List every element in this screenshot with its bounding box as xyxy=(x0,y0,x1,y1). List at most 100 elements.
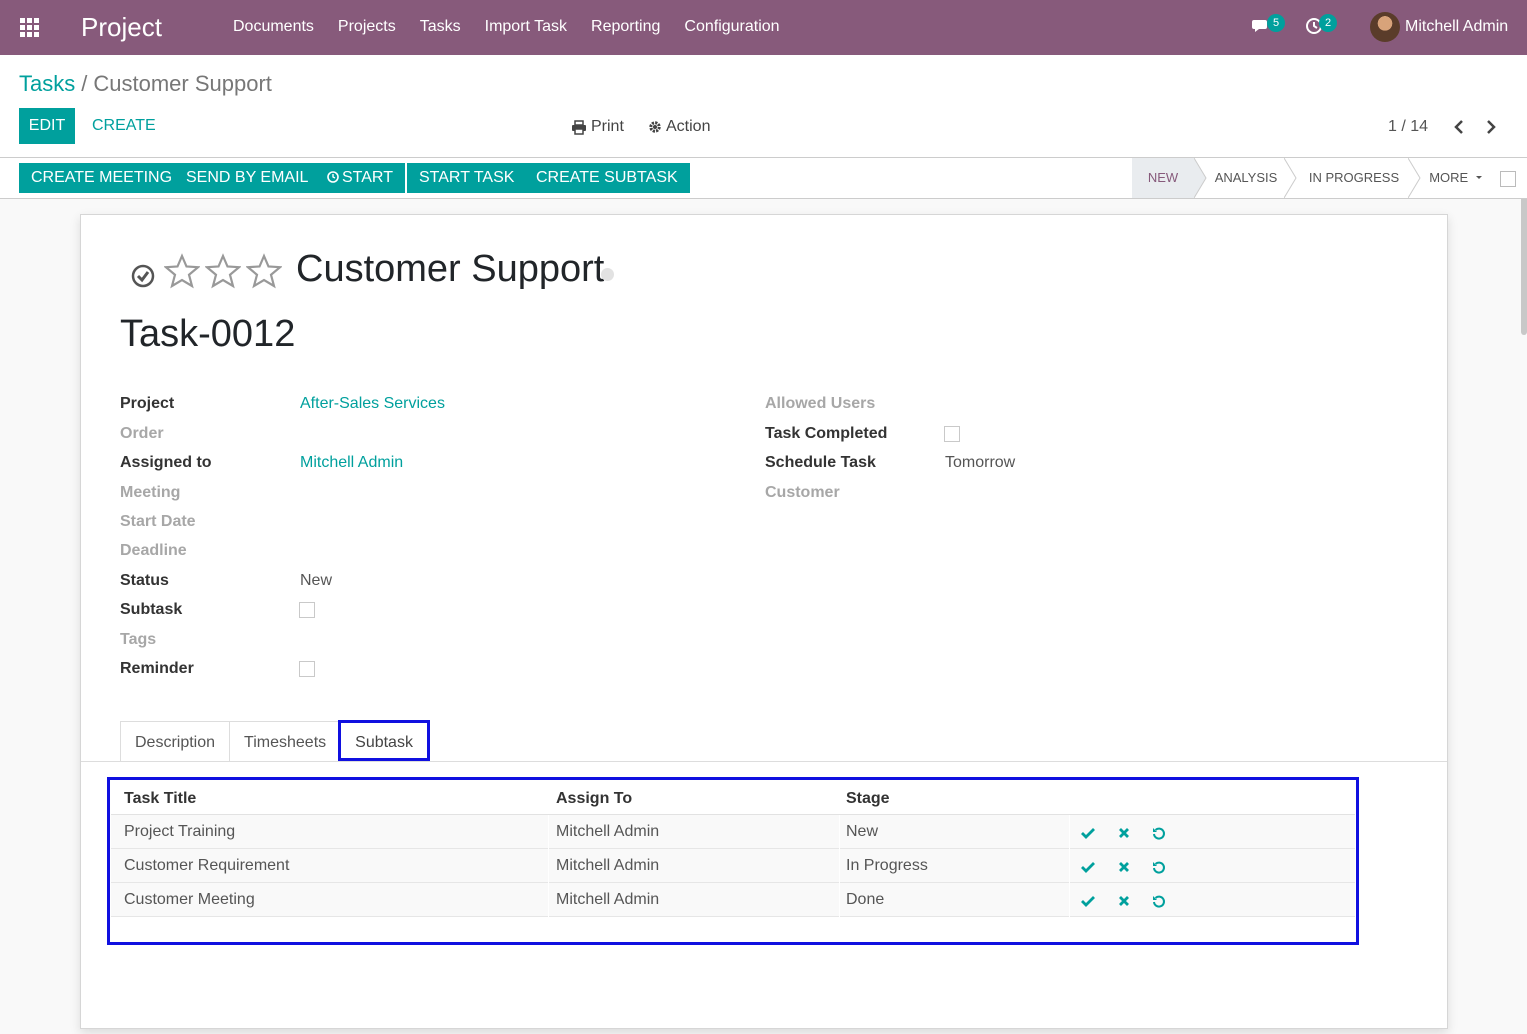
check-icon[interactable] xyxy=(1080,859,1096,875)
field-label-customer: Customer xyxy=(765,484,840,501)
column-header-task-title[interactable]: Task Title xyxy=(124,790,196,808)
field-label-order: Order xyxy=(120,425,164,442)
messages-badge: 5 xyxy=(1267,14,1285,32)
action-dropdown[interactable]: Action xyxy=(648,118,710,136)
breadcrumb-tasks-link[interactable]: Tasks xyxy=(19,71,75,96)
printer-icon xyxy=(572,119,586,135)
table-header: Task Title Assign To Stage xyxy=(111,781,1355,815)
cell-stage[interactable]: Done xyxy=(846,891,884,909)
start-button[interactable]: START xyxy=(313,163,405,193)
stage-toggle-checkbox[interactable] xyxy=(1500,171,1516,187)
star-icon[interactable] xyxy=(205,253,241,289)
caret-down-icon xyxy=(1475,176,1482,179)
breadcrumb: Tasks / Customer Support xyxy=(19,71,272,97)
menu-documents[interactable]: Documents xyxy=(233,18,314,36)
table-row[interactable]: Customer Meeting Mitchell Admin Done xyxy=(111,883,1355,917)
field-value-project[interactable]: After-Sales Services xyxy=(300,395,445,413)
stage-analysis[interactable]: ANALYSIS xyxy=(1208,158,1284,198)
user-avatar[interactable] xyxy=(1370,12,1400,42)
start-task-button[interactable]: START TASK xyxy=(407,163,527,193)
stage-arrow xyxy=(1194,158,1207,198)
apps-menu-icon[interactable] xyxy=(20,18,40,37)
breadcrumb-separator: / xyxy=(81,71,88,96)
cell-task-title[interactable]: Project Training xyxy=(124,823,235,841)
field-label-task-completed: Task Completed xyxy=(765,425,888,442)
task-name-title: Customer Support xyxy=(296,248,605,290)
table-row[interactable]: Customer Requirement Mitchell Admin In P… xyxy=(111,849,1355,883)
app-title[interactable]: Project xyxy=(81,12,162,43)
star-icon[interactable] xyxy=(246,253,282,289)
gear-icon xyxy=(649,121,661,133)
create-subtask-button[interactable]: CREATE SUBTASK xyxy=(524,163,690,193)
cross-icon[interactable] xyxy=(1116,859,1132,875)
field-label-deadline: Deadline xyxy=(120,542,187,559)
reminder-checkbox[interactable] xyxy=(299,661,315,677)
field-label-allowed-users: Allowed Users xyxy=(765,395,876,412)
cell-assign-to[interactable]: Mitchell Admin xyxy=(556,823,659,841)
pager-value[interactable]: 1 / 14 xyxy=(1388,118,1428,136)
subtask-table: Task Title Assign To Stage Project Train… xyxy=(111,781,1355,917)
field-value-status: New xyxy=(300,572,333,589)
stage-more-label: MORE xyxy=(1429,170,1469,185)
task-completed-checkbox[interactable] xyxy=(944,426,960,442)
cell-assign-to[interactable]: Mitchell Admin xyxy=(556,857,659,875)
stage-new[interactable]: NEW xyxy=(1132,158,1194,198)
column-header-assign-to[interactable]: Assign To xyxy=(556,790,632,808)
start-label: START xyxy=(342,169,393,186)
menu-projects[interactable]: Projects xyxy=(338,18,396,36)
stage-more-dropdown[interactable]: MORE xyxy=(1424,158,1488,198)
menu-configuration[interactable]: Configuration xyxy=(684,18,779,36)
user-menu[interactable]: Mitchell Admin xyxy=(1405,18,1508,36)
tab-timesheets[interactable]: Timesheets xyxy=(230,721,342,762)
cell-stage[interactable]: New xyxy=(846,823,878,841)
breadcrumb-current: Customer Support xyxy=(93,71,272,96)
top-navbar: Project Documents Projects Tasks Import … xyxy=(0,0,1527,55)
edit-button[interactable]: EDIT xyxy=(19,108,75,144)
undo-icon[interactable] xyxy=(1151,893,1167,909)
kanban-state-dot[interactable] xyxy=(601,268,614,281)
cell-stage[interactable]: In Progress xyxy=(846,857,928,875)
table-row[interactable]: Project Training Mitchell Admin New xyxy=(111,815,1355,849)
field-label-subtask: Subtask xyxy=(120,601,183,618)
subtask-checkbox[interactable] xyxy=(299,602,315,618)
check-icon[interactable] xyxy=(1080,825,1096,841)
print-dropdown[interactable]: Print xyxy=(571,118,624,136)
check-circle-icon[interactable] xyxy=(131,264,155,288)
field-label-start-date: Start Date xyxy=(120,513,196,530)
activities-badge: 2 xyxy=(1319,14,1337,32)
create-button[interactable]: CREATE xyxy=(92,108,156,144)
stage-arrow xyxy=(1408,158,1421,198)
undo-icon[interactable] xyxy=(1151,825,1167,841)
cross-icon[interactable] xyxy=(1116,825,1132,841)
main-menu: Documents Projects Tasks Import Task Rep… xyxy=(233,18,804,36)
cell-task-title[interactable]: Customer Requirement xyxy=(124,857,289,875)
check-icon[interactable] xyxy=(1080,893,1096,909)
menu-reporting[interactable]: Reporting xyxy=(591,18,660,36)
create-meeting-button[interactable]: CREATE MEETING xyxy=(19,163,185,193)
field-value-schedule-task[interactable]: Tomorrow xyxy=(945,454,1015,472)
column-header-stage[interactable]: Stage xyxy=(846,790,890,808)
cell-assign-to[interactable]: Mitchell Admin xyxy=(556,891,659,909)
menu-import-task[interactable]: Import Task xyxy=(485,18,567,36)
action-label: Action xyxy=(666,118,711,135)
field-label-meeting: Meeting xyxy=(120,484,181,501)
star-icon[interactable] xyxy=(164,253,200,289)
stage-arrow xyxy=(1284,158,1297,198)
task-code: Task-0012 xyxy=(120,313,296,355)
field-value-assigned-to[interactable]: Mitchell Admin xyxy=(300,454,403,472)
field-label-reminder: Reminder xyxy=(120,660,194,677)
menu-tasks[interactable]: Tasks xyxy=(420,18,461,36)
field-label-project: Project xyxy=(120,395,175,412)
field-label-tags: Tags xyxy=(120,631,157,648)
chevron-right-icon[interactable] xyxy=(1484,118,1498,136)
stage-in-progress[interactable]: IN PROGRESS xyxy=(1300,158,1408,198)
tab-description[interactable]: Description xyxy=(120,721,231,762)
status-bar: CREATE MEETING SEND BY EMAIL START START… xyxy=(0,158,1527,199)
chevron-left-icon[interactable] xyxy=(1452,118,1466,136)
clock-icon xyxy=(327,171,339,183)
field-label-assigned-to: Assigned to xyxy=(120,454,212,471)
cross-icon[interactable] xyxy=(1116,893,1132,909)
cell-task-title[interactable]: Customer Meeting xyxy=(124,891,255,909)
send-by-email-button[interactable]: SEND BY EMAIL xyxy=(174,163,321,193)
undo-icon[interactable] xyxy=(1151,859,1167,875)
